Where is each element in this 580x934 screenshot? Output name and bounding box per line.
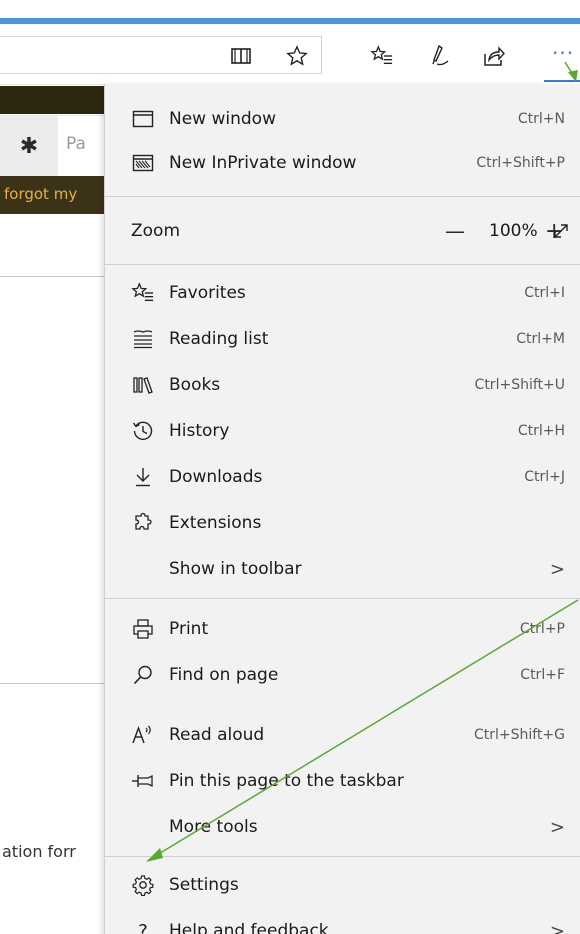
menu-item-label: Print xyxy=(169,619,209,639)
page-divider xyxy=(0,276,104,277)
menu-item-shortcut: Ctrl+Shift+G xyxy=(473,727,565,743)
share-icon[interactable] xyxy=(480,44,508,68)
menu-item-history[interactable]: History Ctrl+H xyxy=(105,408,580,454)
menu-item-favorites[interactable]: Favorites Ctrl+I xyxy=(105,270,580,316)
page-text-snippet: ation forr xyxy=(2,842,76,861)
menu-item-more-tools[interactable]: More tools > xyxy=(105,804,580,850)
menu-item-label: Favorites xyxy=(169,283,246,303)
menu-item-shortcut: Ctrl+Shift+P xyxy=(476,155,565,171)
forgot-password-band: forgot my xyxy=(0,176,104,214)
menu-item-label: Read aloud xyxy=(169,725,265,745)
menu-item-settings[interactable]: Settings xyxy=(105,862,580,908)
menu-separator xyxy=(105,196,580,197)
pin-icon xyxy=(131,769,155,793)
password-field[interactable]: ✱ Pa xyxy=(0,115,104,177)
more-menu-button[interactable]: ··· xyxy=(552,43,574,63)
menu-item-shortcut: Ctrl+P xyxy=(519,621,565,637)
menu-item-shortcut: Ctrl+F xyxy=(520,667,565,683)
zoom-level: 100% xyxy=(489,221,538,241)
menu-item-downloads[interactable]: Downloads Ctrl+J xyxy=(105,454,580,500)
menu-item-show-in-toolbar[interactable]: Show in toolbar > xyxy=(105,546,580,592)
fullscreen-icon[interactable] xyxy=(551,221,571,241)
history-icon xyxy=(131,419,155,443)
forgot-password-link[interactable]: forgot my xyxy=(4,185,77,203)
menu-item-new-window[interactable]: New window Ctrl+N xyxy=(105,96,580,142)
print-icon xyxy=(131,617,155,641)
chevron-right-icon: > xyxy=(549,816,565,838)
menu-separator xyxy=(105,264,580,265)
menu-item-label: Settings xyxy=(169,875,239,895)
menu-item-label: Downloads xyxy=(169,467,263,487)
web-note-pen-icon[interactable] xyxy=(424,44,452,68)
extensions-icon xyxy=(131,511,155,535)
menu-item-label: Help and feedback xyxy=(169,921,329,934)
gear-icon xyxy=(131,873,155,897)
menu-item-label: More tools xyxy=(169,817,258,837)
asterisk-icon: ✱ xyxy=(0,116,58,176)
settings-more-menu: New window Ctrl+N New InPrivate window C… xyxy=(104,84,580,934)
favorites-icon xyxy=(131,281,155,305)
password-placeholder: Pa xyxy=(66,134,86,154)
browser-toolbar: ··· xyxy=(0,24,580,85)
address-bar[interactable] xyxy=(0,36,322,74)
reading-view-icon[interactable] xyxy=(227,44,255,68)
menu-item-label: Reading list xyxy=(169,329,269,349)
menu-item-label: Find on page xyxy=(169,665,279,685)
menu-item-read-aloud[interactable]: Read aloud Ctrl+Shift+G xyxy=(105,712,580,758)
menu-item-label: Extensions xyxy=(169,513,262,533)
zoom-label: Zoom xyxy=(131,221,181,241)
chevron-right-icon: > xyxy=(549,558,565,580)
menu-item-label: Show in toolbar xyxy=(169,559,302,579)
help-icon: ? xyxy=(138,920,148,934)
menu-item-books[interactable]: Books Ctrl+Shift+U xyxy=(105,362,580,408)
menu-item-shortcut: Ctrl+H xyxy=(517,423,565,439)
menu-item-new-inprivate-window[interactable]: New InPrivate window Ctrl+Shift+P xyxy=(105,140,580,186)
menu-item-shortcut: Ctrl+J xyxy=(524,469,565,485)
favorites-hub-icon[interactable] xyxy=(368,44,396,68)
more-menu-active-indicator xyxy=(544,80,580,82)
books-icon xyxy=(131,373,155,397)
chevron-right-icon: > xyxy=(549,920,565,934)
menu-item-print[interactable]: Print Ctrl+P xyxy=(105,606,580,652)
inprivate-icon xyxy=(131,151,155,175)
screen: ··· ✱ Pa forgot my ation forr New window… xyxy=(0,0,580,934)
read-aloud-icon xyxy=(131,723,155,747)
menu-item-extensions[interactable]: Extensions xyxy=(105,500,580,546)
menu-separator xyxy=(105,856,580,857)
menu-item-label: History xyxy=(169,421,230,441)
page-divider xyxy=(0,683,104,684)
zoom-row: Zoom — 100% + xyxy=(105,208,580,254)
menu-item-label: New InPrivate window xyxy=(169,153,357,173)
menu-item-pin-to-taskbar[interactable]: Pin this page to the taskbar xyxy=(105,758,580,804)
menu-item-shortcut: Ctrl+Shift+U xyxy=(474,377,565,393)
menu-item-label: New window xyxy=(169,109,276,129)
search-icon xyxy=(131,663,155,687)
menu-separator xyxy=(105,598,580,599)
menu-item-help-and-feedback[interactable]: ? Help and feedback > xyxy=(105,908,580,934)
menu-item-label: Pin this page to the taskbar xyxy=(169,771,404,791)
menu-item-label: Books xyxy=(169,375,221,395)
add-favorite-star-icon[interactable] xyxy=(283,44,311,68)
menu-item-shortcut: Ctrl+N xyxy=(517,111,565,127)
menu-item-find-on-page[interactable]: Find on page Ctrl+F xyxy=(105,652,580,698)
menu-item-shortcut: Ctrl+I xyxy=(524,285,565,301)
window-icon xyxy=(131,107,155,131)
menu-item-reading-list[interactable]: Reading list Ctrl+M xyxy=(105,316,580,362)
menu-item-shortcut: Ctrl+M xyxy=(516,331,565,347)
reading-list-icon xyxy=(131,327,155,351)
zoom-out-button[interactable]: — xyxy=(445,219,465,243)
download-icon xyxy=(131,465,155,489)
page-header-band xyxy=(0,86,104,114)
